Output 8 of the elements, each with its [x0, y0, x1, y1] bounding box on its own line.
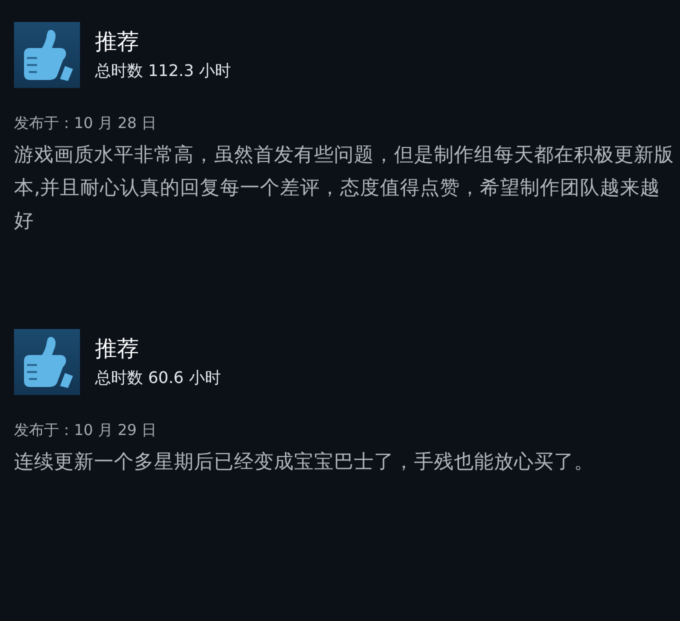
posted-date: 发布于：10 月 29 日	[14, 420, 158, 441]
posted-date: 发布于：10 月 28 日	[14, 113, 158, 134]
review-verdict: 推荐	[95, 336, 140, 364]
review-text: 连续更新一个多星期后已经变成宝宝巴士了，手残也能放心买了。	[14, 449, 595, 475]
playtime: 总时数 60.6 小时	[95, 368, 221, 388]
review-text: 游戏画质水平非常高，虽然首发有些问题，但是制作组每天都在积极更新版本,并且耐心认真的回复每一个差评，态度值得点赞，希望制作团队越来越好	[14, 142, 674, 234]
review-verdict: 推荐	[95, 29, 140, 57]
playtime: 总时数 112.3 小时	[95, 61, 231, 81]
